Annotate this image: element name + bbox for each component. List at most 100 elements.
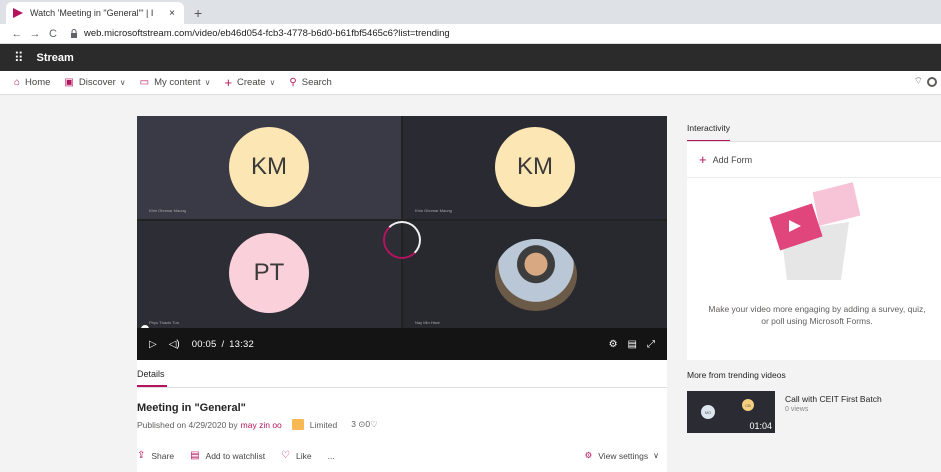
nav-discover-label: Discover xyxy=(78,77,116,88)
current-time: 00:05 xyxy=(191,338,217,350)
watchlist-icon: ▤ xyxy=(190,450,200,461)
trending-title: More from trending videos xyxy=(687,370,786,380)
author-link[interactable]: may zin oo xyxy=(241,420,282,430)
feedback-icon[interactable]: ⌔ xyxy=(914,75,923,88)
more-label: ... xyxy=(327,450,335,461)
main-content: KM Khin Ohnmar Maung KM Khin Ohnmar Maun… xyxy=(0,95,941,472)
like-button[interactable]: ♡ Like xyxy=(281,450,312,461)
stream-favicon-icon xyxy=(13,8,23,18)
nav-create-label: Create xyxy=(237,77,266,88)
search-icon: ⚲ xyxy=(289,77,297,88)
share-icon: ⇪ xyxy=(137,450,146,461)
app-name[interactable]: Stream xyxy=(37,52,74,64)
chevron-down-icon: ∨ xyxy=(269,78,276,87)
view-settings-button[interactable]: ⚙ View settings ∨ xyxy=(585,450,659,461)
nav-my-content[interactable]: ▭ My content ∨ xyxy=(140,77,211,88)
published-text: Published on 4/29/2020 by xyxy=(137,419,238,430)
views-icon: ⊙ xyxy=(355,419,366,429)
video-duration: 01:04 xyxy=(749,421,772,431)
play-icon[interactable]: ▷ xyxy=(149,339,157,350)
nav-create[interactable]: + Create ∨ xyxy=(224,75,275,90)
app-launcher-icon[interactable]: ⠿ xyxy=(14,50,23,66)
nav-search-label: Search xyxy=(301,77,332,88)
volume-icon[interactable]: ◁) xyxy=(169,339,180,350)
chevron-down-icon: ∨ xyxy=(653,451,659,460)
avatar: KM xyxy=(495,127,575,207)
gear-icon[interactable]: ⚙ xyxy=(609,339,618,350)
trending-section: More from trending videos MO CB 01:04 Ca… xyxy=(687,370,941,433)
interactivity-description: Make your video more engaging by adding … xyxy=(708,304,926,326)
browser-tab-title: Watch 'Meeting in "General"' | I xyxy=(30,8,154,18)
video-player[interactable]: KM Khin Ohnmar Maung KM Khin Ohnmar Maun… xyxy=(137,116,667,360)
nav-search[interactable]: ⚲ Search xyxy=(289,77,331,88)
discover-icon: ▣ xyxy=(64,77,74,88)
privacy-badge: Limited xyxy=(291,419,338,430)
participant-name: Phyu Thazin Tun xyxy=(149,320,179,325)
browser-tab-strip: Watch 'Meeting in "General"' | I × + xyxy=(0,0,941,24)
participant-tile: Nay Min Htwe xyxy=(403,221,667,331)
gear-icon: ⚙ xyxy=(584,450,593,460)
likes-count: 0♡ xyxy=(365,419,377,430)
views-count: 3 ⊙ xyxy=(351,419,365,430)
forms-illustration-icon xyxy=(769,182,861,280)
close-tab-icon[interactable]: × xyxy=(166,8,178,19)
list-item[interactable]: MO CB 01:04 Call with CEIT First Batch 0… xyxy=(687,391,941,433)
avatar: PT xyxy=(229,233,309,313)
video-title: Meeting in "General" xyxy=(137,402,246,414)
action-bar: ⇪ Share ▤ Add to watchlist ♡ Like ... ⚙ … xyxy=(137,450,667,461)
captions-icon[interactable]: ▤ xyxy=(628,339,637,350)
chevron-down-icon: ∨ xyxy=(204,78,211,87)
back-button[interactable]: ← xyxy=(8,28,26,40)
trend-video-title[interactable]: Call with CEIT First Batch xyxy=(785,394,882,404)
forward-button[interactable]: → xyxy=(26,28,44,40)
profile-icon[interactable] xyxy=(927,76,937,87)
nav-home[interactable]: ⌂ Home xyxy=(14,77,50,88)
add-form-button[interactable]: + Add Form xyxy=(687,142,941,178)
chevron-down-icon: ∨ xyxy=(119,78,126,87)
interactivity-panel: Interactivity + Add Form Make your video… xyxy=(687,116,941,360)
participant-name: Khin Ohnmar Maung xyxy=(415,208,452,213)
nav-discover[interactable]: ▣ Discover ∨ xyxy=(64,77,125,88)
participant-tile: PT Phyu Thazin Tun xyxy=(137,221,401,331)
nav-right-controls: ⌔ xyxy=(914,75,937,88)
time-separator: / xyxy=(221,338,225,350)
participant-tile: KM Khin Ohnmar Maung xyxy=(403,116,667,219)
browser-tab[interactable]: Watch 'Meeting in "General"' | I × xyxy=(6,2,184,24)
divider xyxy=(137,387,667,388)
nav-home-label: Home xyxy=(25,77,51,88)
new-tab-button[interactable]: + xyxy=(194,5,202,21)
browser-address-bar: ← → C web.microsoftstream.com/video/eb46… xyxy=(0,24,941,44)
avatar: KM xyxy=(229,127,309,207)
home-icon: ⌂ xyxy=(14,77,21,88)
stream-nav: ⌂ Home ▣ Discover ∨ ▭ My content ∨ + Cre… xyxy=(0,71,941,95)
avatar: MO xyxy=(701,405,715,419)
video-meta: Published on 4/29/2020 by may zin oo Lim… xyxy=(137,419,667,430)
more-button[interactable]: ... xyxy=(328,451,335,461)
fullscreen-icon[interactable]: ⤢ xyxy=(647,339,655,350)
share-label: Share xyxy=(151,450,175,461)
participant-photo xyxy=(495,239,577,311)
loading-spinner-icon xyxy=(383,221,421,259)
share-button[interactable]: ⇪ Share xyxy=(137,450,174,461)
participant-name: Khin Ohnmar Maung xyxy=(149,208,186,213)
tab-details[interactable]: Details xyxy=(137,369,167,387)
plus-icon: + xyxy=(699,152,707,167)
add-to-watchlist-button[interactable]: ▤ Add to watchlist xyxy=(190,450,265,461)
trend-video-views: 0 views xyxy=(785,406,809,413)
privacy-label: Limited xyxy=(309,419,338,430)
interactivity-body: + Add Form Make your video more engaging… xyxy=(687,141,941,360)
add-form-label: Add Form xyxy=(712,154,753,165)
plus-icon: + xyxy=(224,75,233,90)
details-panel: Details Meeting in "General" Published o… xyxy=(137,360,667,472)
heart-icon: ♡ xyxy=(370,419,378,429)
nav-my-content-label: My content xyxy=(154,77,201,88)
video-thumbnail[interactable]: MO CB 01:04 xyxy=(687,391,775,433)
participant-name: Nay Min Htwe xyxy=(415,320,440,325)
url-field[interactable]: web.microsoftstream.com/video/eb46d054-f… xyxy=(84,28,450,39)
heart-icon: ♡ xyxy=(281,450,291,461)
player-right-controls: ⚙ ▤ ⤢ xyxy=(609,339,655,350)
tab-interactivity[interactable]: Interactivity xyxy=(687,123,730,142)
suite-bar: ⠿ Stream xyxy=(0,44,941,71)
lock-icon xyxy=(71,29,77,38)
reload-button[interactable]: C xyxy=(44,28,62,40)
